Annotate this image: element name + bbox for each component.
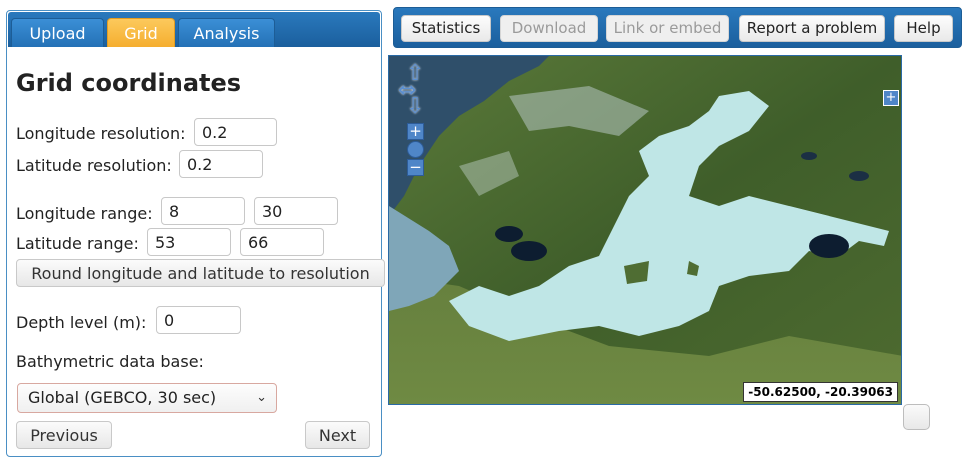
longitude-resolution-input[interactable] xyxy=(194,118,277,146)
download-button[interactable]: Download xyxy=(500,15,598,42)
tab-grid[interactable]: Grid xyxy=(107,18,175,47)
previous-button[interactable]: Previous xyxy=(16,421,112,449)
mouse-coordinates: -50.62500, -20.39063 xyxy=(743,382,898,402)
report-problem-button[interactable]: Report a problem xyxy=(739,15,885,42)
bathymetric-database-select[interactable]: Global (GEBCO, 30 sec) ⌄ xyxy=(17,383,277,413)
grid-panel: Upload Grid Analysis Grid coordinates Lo… xyxy=(6,10,385,457)
pan-down-icon[interactable]: ⇩ xyxy=(406,96,424,118)
layer-switcher-button[interactable]: + xyxy=(883,90,899,106)
statistics-button[interactable]: Statistics xyxy=(401,15,491,42)
link-embed-button[interactable]: Link or embed xyxy=(606,15,729,42)
zoom-out-button[interactable]: − xyxy=(407,159,424,176)
map-view[interactable]: ⇧ ⇔ ⇩ + − + -50.62500, -20.39063 xyxy=(388,55,902,405)
tab-upload[interactable]: Upload xyxy=(11,18,104,47)
tab-analysis[interactable]: Analysis xyxy=(178,18,275,47)
map-option-checkbox[interactable] xyxy=(903,404,930,430)
chevron-down-icon: ⌄ xyxy=(256,390,267,405)
zoom-in-button[interactable]: + xyxy=(407,123,424,140)
latitude-range-label: Latitude range: xyxy=(16,234,139,253)
bathymetric-database-label: Bathymetric data base: xyxy=(16,352,204,371)
map-imagery xyxy=(389,56,901,404)
bathymetric-database-value: Global (GEBCO, 30 sec) xyxy=(28,388,217,407)
latitude-resolution-input[interactable] xyxy=(179,150,263,178)
latitude-min-input[interactable] xyxy=(147,228,231,256)
next-button[interactable]: Next xyxy=(305,421,370,449)
toolbar: Statistics Download Link or embed Report… xyxy=(393,7,962,48)
tab-bar: Upload Grid Analysis xyxy=(8,12,380,47)
longitude-range-label: Longitude range: xyxy=(16,204,153,223)
latitude-resolution-label: Latitude resolution: xyxy=(16,156,172,175)
depth-level-input[interactable] xyxy=(156,306,241,334)
help-button[interactable]: Help xyxy=(894,15,953,42)
latitude-max-input[interactable] xyxy=(240,228,324,256)
page-title: Grid coordinates xyxy=(16,69,242,97)
longitude-min-input[interactable] xyxy=(161,197,245,225)
longitude-max-input[interactable] xyxy=(254,197,338,225)
round-resolution-button[interactable]: Round longitude and latitude to resoluti… xyxy=(16,259,385,287)
depth-level-label: Depth level (m): xyxy=(16,313,147,332)
longitude-resolution-label: Longitude resolution: xyxy=(16,124,186,143)
zoom-reset-icon[interactable] xyxy=(407,141,424,158)
